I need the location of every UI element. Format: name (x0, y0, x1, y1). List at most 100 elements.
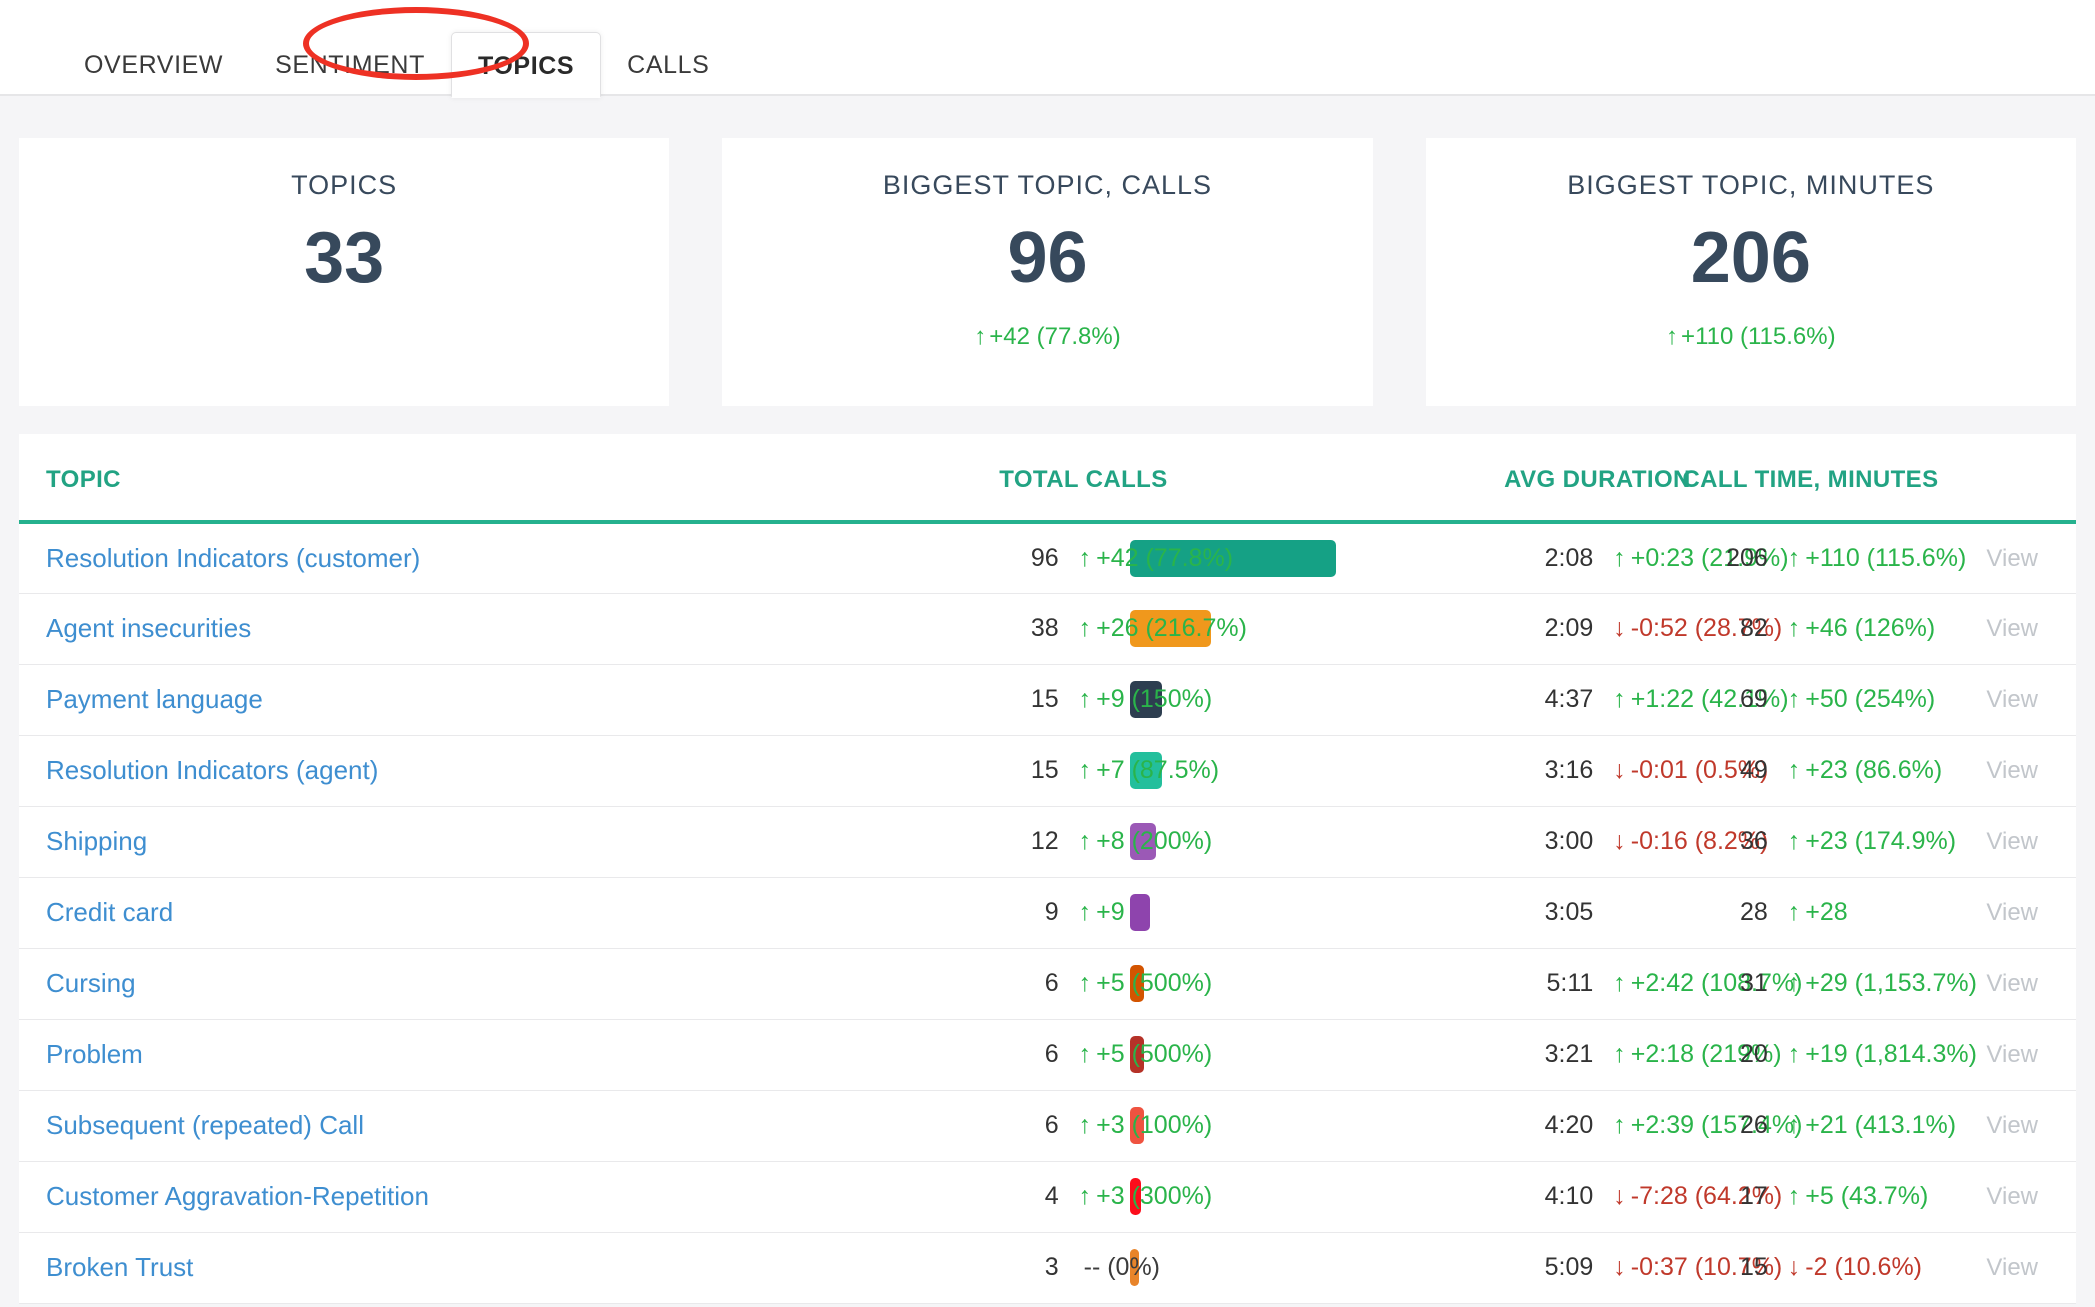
view-link[interactable]: View (1986, 899, 2038, 926)
topic-link[interactable]: Subsequent (repeated) Call (46, 1110, 364, 1140)
cell-total-calls-delta: ↑ +26 (216.7%) (1058, 593, 1247, 665)
cell-avg-duration: 4:37 (1504, 664, 1594, 736)
topics-table-container: TOPIC TOTAL CALLS AVG DURATION CALL TIME… (19, 434, 2076, 1304)
topic-link[interactable]: Cursing (46, 968, 136, 998)
cell-avg-duration-delta: ↑ +0:23 (21.9%) (1593, 522, 1789, 594)
topic-link[interactable]: Problem (46, 1039, 143, 1069)
arrow-down-icon: ↓ (1613, 756, 1626, 784)
view-link[interactable]: View (1986, 1254, 2038, 1281)
cell-call-time-delta-text: +46 (126%) (1805, 614, 1936, 642)
cell-total-calls-delta: ↑ +42 (77.8%) (1058, 522, 1233, 594)
cell-avg-duration-delta (1593, 877, 1683, 949)
cell-total-calls-delta-text: +7 (87.5%) (1096, 756, 1220, 784)
kpi-card-title: BIGGEST TOPIC, CALLS (882, 170, 1213, 200)
cell-avg-duration: 5:11 (1504, 948, 1594, 1020)
cell-topic: Subsequent (repeated) Call (19, 1090, 1000, 1162)
kpi-card-delta: ↑ +42 (77.8%) (722, 323, 1372, 351)
cell-total-calls-delta-text: -- (0%) (1083, 1253, 1161, 1281)
tab-topics[interactable]: TOPICS (450, 32, 602, 98)
table-row: Resolution Indicators (customer) 96 ↑ +42 (… (19, 522, 2076, 594)
arrow-up-icon: ↑ (1787, 969, 1801, 997)
topic-link[interactable]: Resolution Indicators (customer) (46, 543, 420, 573)
arrow-down-icon: ↓ (1613, 827, 1626, 855)
table-row: Problem 6 ↑ +5 (500%) 3:21 ↑ +2:18 (219%) 20 ↑ +1… (19, 1019, 2076, 1091)
view-link[interactable]: View (1986, 828, 2038, 855)
column-header-avg-duration[interactable]: AVG DURATION (1504, 434, 1690, 524)
arrow-up-icon: ↑ (1787, 756, 1801, 784)
view-link[interactable]: View (1986, 545, 2038, 572)
cell-total-calls: 6 (999, 1019, 1059, 1091)
tab-overview[interactable]: OVERVIEW (58, 32, 249, 98)
cell-total-calls-delta-text: +9 (1096, 898, 1125, 926)
tab-calls[interactable]: CALLS (601, 32, 735, 98)
kpi-card-title: BIGGEST TOPIC, MINUTES (1567, 170, 1935, 200)
view-link[interactable]: View (1986, 1041, 2038, 1068)
view-link[interactable]: View (1986, 1183, 2038, 1210)
column-header-call-time[interactable]: CALL TIME, MINUTES (1682, 434, 1938, 524)
column-header-total-calls[interactable]: TOTAL CALLS (999, 434, 1167, 524)
cell-total-calls: 4 (999, 1161, 1059, 1233)
arrow-up-icon: ↑ (1613, 1040, 1626, 1068)
view-link[interactable]: View (1986, 970, 2038, 997)
topic-link[interactable]: Agent insecurities (46, 613, 251, 643)
topic-link[interactable]: Credit card (46, 897, 173, 927)
table-row: Resolution Indicators (agent) 15 ↑ +7 (87.5… (19, 735, 2076, 807)
cell-total-calls-delta: ↑ +8 (200%) (1058, 806, 1212, 878)
column-header-topic[interactable]: TOPIC (19, 434, 1000, 524)
view-link[interactable]: View (1986, 686, 2038, 713)
topic-link[interactable]: Customer Aggravation-Repetition (46, 1181, 429, 1211)
tab-sentiment[interactable]: SENTIMENT (249, 32, 451, 98)
cell-total-calls: 15 (999, 735, 1059, 807)
arrow-up-icon: ↑ (1078, 543, 1092, 572)
cell-topic: Payment language (19, 664, 1000, 736)
view-link[interactable]: View (1986, 1112, 2038, 1139)
arrow-up-icon: ↑ (1078, 969, 1092, 997)
cell-avg-duration: 3:00 (1504, 806, 1594, 878)
cell-total-calls: 15 (999, 664, 1059, 736)
kpi-card-value: 33 (304, 218, 385, 298)
arrow-up-icon: ↑ (1613, 969, 1626, 997)
cell-total-calls-delta-text: +3 (100%) (1096, 1111, 1213, 1139)
cell-total-calls: 6 (999, 1090, 1059, 1162)
cell-avg-duration-delta: ↓ -0:01 (0.5%) (1593, 735, 1768, 807)
cell-call-time-delta-text: +28 (1805, 898, 1848, 926)
arrow-up-icon: ↑ (1787, 1111, 1801, 1139)
cell-avg-duration: 5:09 (1504, 1232, 1594, 1304)
view-link[interactable]: View (1986, 757, 2038, 784)
cell-call-time-delta: ↑ +28 (1767, 877, 1854, 949)
cell-topic: Cursing (19, 948, 1000, 1020)
topic-link[interactable]: Resolution Indicators (agent) (46, 755, 378, 785)
arrow-up-icon: ↑ (1613, 685, 1626, 713)
cell-total-calls-delta-text: +9 (150%) (1096, 685, 1213, 713)
cell-avg-duration: 4:20 (1504, 1090, 1594, 1162)
arrow-up-icon: ↑ (1078, 827, 1092, 855)
cell-avg-duration: 4:10 (1504, 1161, 1594, 1233)
cell-avg-duration: 2:09 (1504, 593, 1594, 665)
cell-topic: Credit card (19, 877, 1000, 949)
cell-call-time-delta-text: -2 (10.6%) (1805, 1253, 1922, 1281)
arrow-down-icon: ↓ (1613, 1182, 1626, 1210)
cell-call-time-delta-text: +5 (43.7%) (1805, 1182, 1929, 1210)
cell-total-calls-delta-text: +42 (77.8%) (1096, 543, 1234, 572)
topic-link[interactable]: Payment language (46, 684, 263, 714)
cell-avg-duration-delta: ↑ +2:39 (157.4%) (1593, 1090, 1802, 1162)
cell-total-calls-delta-text: +5 (500%) (1096, 969, 1213, 997)
topic-link[interactable]: Shipping (46, 826, 147, 856)
arrow-up-icon: ↑ (1078, 1182, 1092, 1210)
cell-total-calls: 96 (999, 522, 1059, 594)
cell-call-time-delta-text: +110 (115.6%) (1805, 543, 1967, 572)
kpi-card-delta-text: +110 (115.6%) (1681, 322, 1836, 350)
cell-topic: Agent insecurities (19, 593, 1000, 665)
cell-topic: Resolution Indicators (agent) (19, 735, 1000, 807)
arrow-up-icon: ↑ (1078, 1111, 1092, 1139)
view-link[interactable]: View (1986, 615, 2038, 642)
column-header-calls-bar (1118, 434, 1505, 524)
cell-call-time-delta-text: +23 (86.6%) (1805, 756, 1943, 784)
cell-topic: Shipping (19, 806, 1000, 878)
topic-link[interactable]: Broken Trust (46, 1252, 193, 1282)
cell-call-time-delta-text: +21 (413.1%) (1805, 1111, 1957, 1139)
kpi-card: BIGGEST TOPIC, CALLS 96 ↑ +42 (77.8%) (722, 138, 1373, 406)
cell-avg-duration: 3:21 (1504, 1019, 1594, 1091)
cell-total-calls-delta: ↑ +5 (500%) (1058, 948, 1212, 1020)
cell-call-time-delta-text: +29 (1,153.7%) (1805, 969, 1977, 997)
